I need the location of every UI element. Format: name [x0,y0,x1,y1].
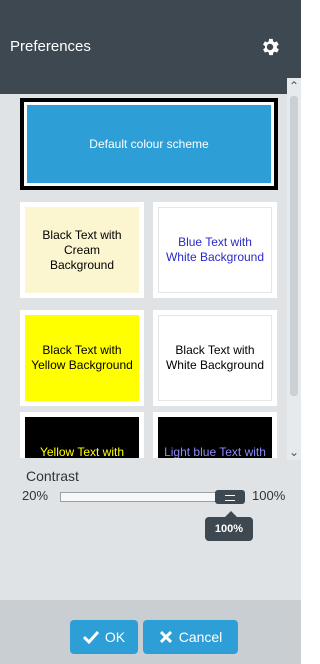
scheme-label: Default colour scheme [27,105,271,183]
check-icon [82,630,99,644]
contrast-max-label: 100% [252,488,286,503]
close-icon [159,630,172,644]
contrast-slider-handle[interactable] [215,490,245,504]
colour-scheme-list: Default colour scheme Black Text with Cr… [10,94,301,458]
contrast-min-label: 20% [22,488,49,503]
cancel-label: Cancel [178,629,223,645]
scheme-label: Light blue Text with Black Background [158,417,272,458]
contrast-value-tooltip: 100% [205,517,253,541]
scheme-yellow-black-tile[interactable]: Yellow Text with Black Background [20,412,144,458]
scheme-label: Yellow Text with Black Background [25,417,139,458]
ok-button[interactable]: OK [70,620,138,654]
preferences-header: Preferences [0,0,301,94]
preferences-panel: Preferences ⌃ ⌄ Default colour scheme Bl… [0,0,301,664]
scheme-cream-tile[interactable]: Black Text with Cream Background [20,202,144,298]
scroll-up-icon[interactable]: ⌃ [288,80,300,92]
scheme-yellow-tile[interactable]: Black Text with Yellow Background [20,310,144,406]
scheme-label: Blue Text with White Background [158,207,272,293]
page-title: Preferences [10,38,91,55]
dialog-footer: OK Cancel [0,600,301,664]
scheme-black-white-tile[interactable]: Black Text with White Background [153,310,277,406]
cancel-button[interactable]: Cancel [143,620,238,654]
default-colour-scheme-tile[interactable]: Default colour scheme [20,98,278,190]
ok-label: OK [104,629,126,645]
scheme-label: Black Text with Yellow Background [25,315,139,401]
grip-icon [225,495,235,501]
scheme-label: Black Text with Cream Background [25,207,139,293]
scheme-blue-white-tile[interactable]: Blue Text with White Background [153,202,277,298]
scheme-label: Black Text with White Background [158,315,272,401]
gear-icon[interactable] [259,36,281,58]
contrast-label: Contrast [26,468,79,484]
scheme-lightblue-black-tile[interactable]: Light blue Text with Black Background [153,412,277,458]
